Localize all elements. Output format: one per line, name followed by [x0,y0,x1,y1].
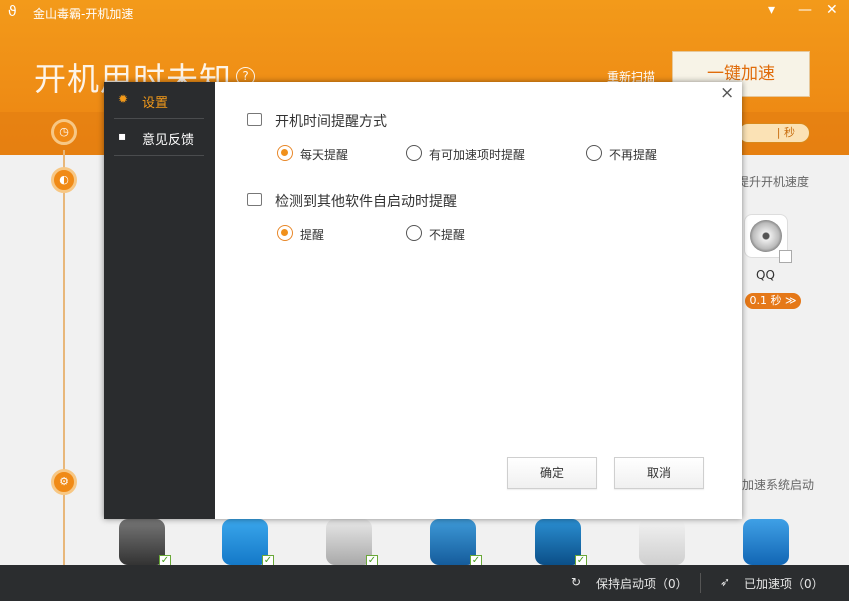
cancel-button[interactable]: 取消 [614,457,704,489]
disc-icon [750,220,782,252]
radio-label: 不提醒 [429,228,466,242]
software-icon: ◐ [51,167,77,193]
rocket-icon: ➶ [720,575,731,589]
radio-label: 每天提醒 [300,148,349,162]
radio-circle[interactable] [406,225,422,241]
window-title: 金山毒霸-开机加速 [33,7,134,21]
dialog-sidebar: ✹ 设置 ▪ 意见反馈 [104,82,215,519]
right-hint-speed: 提升开机速度 [737,175,810,189]
nav-item-feedback[interactable]: ▪ 意见反馈 [104,119,215,155]
status-bar: ↻ 保持启动项（0） ➶ 已加速项（0） [0,565,849,601]
qq-app-icon[interactable] [744,214,792,263]
keep-startup-icon: ↻ [571,575,582,589]
timer-badge: | 秒 [738,123,810,143]
accessibility-icon[interactable]: ✓ [222,519,274,567]
qq-label: QQ [756,268,775,282]
radio-circle[interactable] [406,145,422,161]
clock-icon: ◷ [51,119,77,145]
tools-icon[interactable] [743,519,789,565]
qq-checkbox[interactable] [779,250,792,263]
nav-item-settings[interactable]: ✹ 设置 [104,82,215,118]
settings-dialog: ✹ 设置 ▪ 意见反馈 × 开机时间提醒方式 每天提醒 有可加速项时提醒 不再提… [104,82,742,519]
qq-time-chip[interactable]: 0.1 秒 ≫ [745,293,801,309]
menu-dropdown-icon[interactable]: ▾ [768,2,775,18]
timeline-line [63,150,65,570]
section-title-boot-reminder: 开机时间提醒方式 [275,114,387,130]
gear-icon: ✹ [118,92,129,106]
duba-logo-icon: ϑ [8,4,17,20]
autostart-detect-icon [247,193,262,206]
nav-item-label: 意见反馈 [142,133,195,148]
radio-label: 有可加速项时提醒 [429,148,526,162]
graph-app-icon[interactable]: ✓ [430,519,482,567]
close-icon[interactable]: × [720,83,734,103]
minimize-icon[interactable]: — [798,2,812,18]
feedback-icon: ▪ [118,129,127,143]
close-window-icon[interactable]: ✕ [826,2,838,18]
title-bar: ϑ 金山毒霸-开机加速 ▾ — ✕ [0,0,849,26]
radio-label: 提醒 [300,228,325,242]
system-icon: ⚙ [51,469,77,495]
sliders-icon[interactable] [639,519,685,565]
accelerated-label[interactable]: 已加速项（0） [744,575,824,592]
nav-item-label: 设置 [142,96,169,111]
nav-divider [114,155,204,156]
chart-app-icon[interactable]: ✓ [326,519,378,567]
radio-circle[interactable] [586,145,602,161]
ok-button[interactable]: 确定 [507,457,597,489]
app-window: ϑ 金山毒霸-开机加速 ▾ — ✕ 开机用时未知 ? 重新扫描 一键加速 | 秒… [0,0,849,601]
right-hint-system: 加速系统启动 [742,478,815,492]
radio-circle[interactable] [277,225,293,241]
radio-label: 不再提醒 [609,148,658,162]
radio-circle[interactable] [277,145,293,161]
monitor-reminder-icon [247,113,262,126]
status-divider [700,573,701,593]
keep-startup-label[interactable]: 保持启动项（0） [596,575,688,592]
shield-monitor-icon[interactable]: ✓ [535,519,587,567]
speedometer-icon[interactable]: ✓ [119,519,171,567]
section-title-autostart: 检测到其他软件自启动时提醒 [275,194,457,210]
